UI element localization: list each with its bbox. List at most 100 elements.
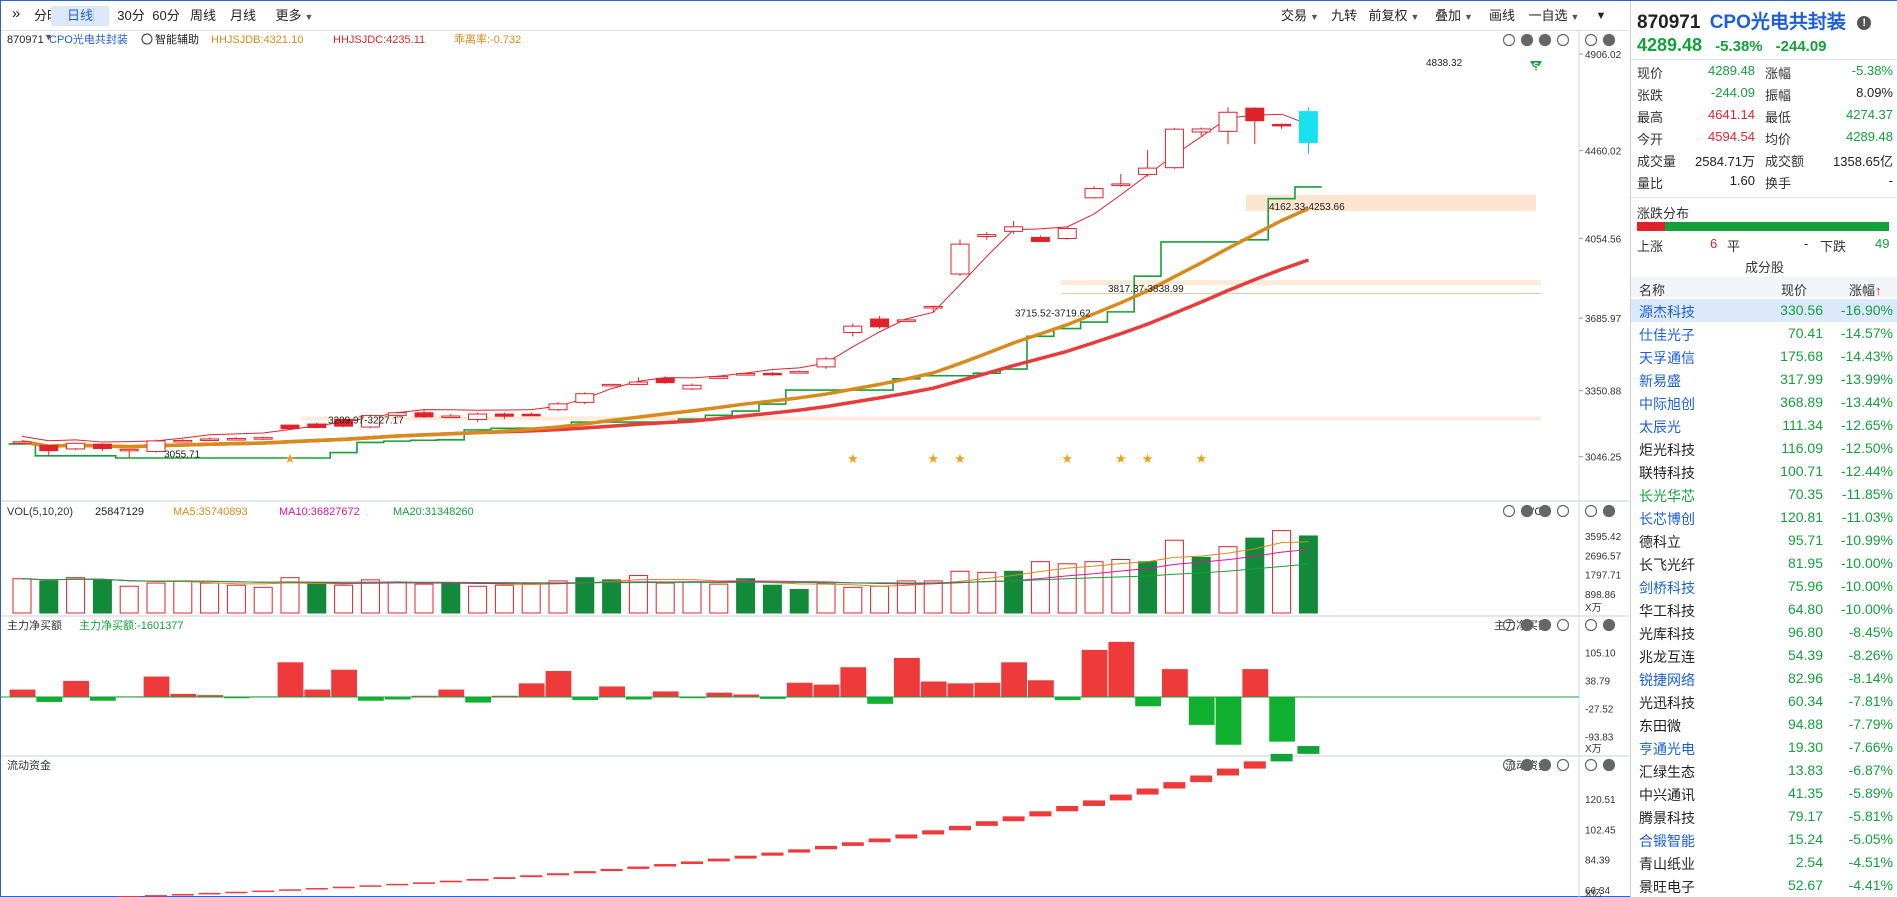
constituent-row[interactable]: 长芯博创 120.81 -11.03%	[1631, 506, 1897, 529]
candle-body	[736, 373, 756, 376]
close-icon[interactable]	[1602, 618, 1616, 632]
quote-value: 4289.48	[1846, 129, 1893, 144]
volume-bar	[253, 586, 273, 614]
gear-icon[interactable]	[1584, 504, 1598, 518]
constituent-change: -7.66%	[1848, 739, 1893, 755]
constituent-row[interactable]: 锐捷网络 82.96 -8.14%	[1631, 667, 1897, 690]
volume-bar	[1191, 556, 1211, 614]
help-icon[interactable]	[1556, 504, 1570, 518]
help-icon[interactable]	[1556, 758, 1570, 772]
assist-label: 智能辅助	[155, 32, 199, 46]
quote-label: 今开	[1637, 132, 1664, 147]
liquidity-bar	[627, 866, 650, 869]
toolbar-button-2[interactable]: 前复权 ▼	[1365, 6, 1423, 26]
constituent-row[interactable]: 源杰科技 330.56 -16.90%	[1631, 299, 1897, 322]
constituent-row[interactable]: 仕佳光子 70.41 -14.57%	[1631, 322, 1897, 345]
constituent-row[interactable]: 剑桥科技 75.96 -10.00%	[1631, 575, 1897, 598]
toolbar-button-3[interactable]: 叠加 ▼	[1427, 6, 1481, 26]
volume-bar	[789, 588, 809, 614]
minus-icon[interactable]	[1520, 504, 1534, 518]
liq-y-tick: 84.39	[1585, 856, 1610, 867]
constituent-row[interactable]: 长光华芯 70.35 -11.85%	[1631, 483, 1897, 506]
kline-chart[interactable]: 870971 CPO光电共封装 智能辅助 HHJSJDB:4321.10 HHJSJDC…	[1, 31, 1629, 897]
quote-name[interactable]: CPO光电共封装	[1710, 12, 1846, 33]
constituent-name: 仕佳光子	[1639, 327, 1695, 343]
candle-body	[896, 319, 916, 322]
refresh-icon[interactable]	[1502, 33, 1516, 47]
period-tab-4[interactable]: 周线	[181, 6, 225, 26]
col-name[interactable]: 名称	[1639, 280, 1665, 299]
constituent-row[interactable]: 华工科技 64.80 -10.00%	[1631, 598, 1897, 621]
volume-bar	[923, 580, 943, 614]
constituent-row[interactable]: 光迅科技 60.34 -7.81%	[1631, 690, 1897, 713]
gear-icon[interactable]	[1584, 618, 1598, 632]
minus-icon[interactable]	[1520, 33, 1534, 47]
quote-label: 均价	[1765, 132, 1792, 147]
period-tab-5[interactable]: 月线	[221, 6, 265, 26]
close-icon[interactable]	[1602, 33, 1616, 47]
period-tab-3[interactable]: 60分	[147, 6, 185, 26]
constituent-row[interactable]: 德科立 95.71 -10.99%	[1631, 529, 1897, 552]
constituent-row[interactable]: 新易盛 317.99 -13.99%	[1631, 368, 1897, 391]
plus-icon[interactable]	[1538, 618, 1552, 632]
net-buy-bar	[545, 670, 572, 697]
constituent-name: 天孚通信	[1639, 350, 1695, 366]
plus-icon[interactable]	[1538, 504, 1552, 518]
candle-body	[414, 412, 434, 418]
constituent-row[interactable]: 炬光科技 116.09 -12.50%	[1631, 437, 1897, 460]
period-tab-2[interactable]: 30分	[111, 6, 151, 26]
chevron-down-icon[interactable]: ▼	[1592, 6, 1610, 26]
net-buy-bar	[1215, 697, 1242, 745]
constituent-row[interactable]: 中际旭创 368.89 -13.44%	[1631, 391, 1897, 414]
constituent-row[interactable]: 汇绿生态 13.83 -6.87%	[1631, 759, 1897, 782]
plus-icon[interactable]	[1538, 758, 1552, 772]
vol-y-tick: 2696.57	[1585, 551, 1622, 562]
constituent-row[interactable]: 景旺电子 52.67 -4.41%	[1631, 874, 1897, 897]
close-icon[interactable]	[1602, 504, 1616, 518]
constituent-row[interactable]: 东田微 94.88 -7.79%	[1631, 713, 1897, 736]
constituent-change: -7.79%	[1848, 716, 1893, 732]
help-icon[interactable]	[1556, 618, 1570, 632]
liquidity-bar	[386, 883, 409, 886]
volume-bar	[1004, 570, 1024, 614]
constituent-row[interactable]: 兆龙互连 54.39 -8.26%	[1631, 644, 1897, 667]
constituent-row[interactable]: 长飞光纤 81.95 -10.00%	[1631, 552, 1897, 575]
constituent-row[interactable]: 青山纸业 2.54 -4.51%	[1631, 851, 1897, 874]
minus-icon[interactable]	[1520, 758, 1534, 772]
gear-icon[interactable]	[1584, 758, 1598, 772]
help-icon[interactable]	[1556, 33, 1570, 47]
toolbar-button-1[interactable]: 九转	[1327, 6, 1361, 26]
period-tab-6[interactable]: 更多 ▼	[263, 6, 326, 26]
constituent-name: 华工科技	[1639, 603, 1695, 619]
toolbar-button-5[interactable]: 一自选 ▼	[1523, 6, 1585, 26]
plus-icon[interactable]	[1538, 33, 1552, 47]
constituent-row[interactable]: 联特科技 100.71 -12.44%	[1631, 460, 1897, 483]
constituent-row[interactable]: 腾景科技 79.17 -5.81%	[1631, 805, 1897, 828]
quote-value: 1.60	[1729, 173, 1755, 188]
vol-y-tick: 3595.42	[1585, 532, 1622, 543]
volume-bar	[173, 580, 193, 614]
volume-bar	[146, 582, 166, 614]
info-icon[interactable]: !	[1857, 16, 1872, 30]
period-tab-1[interactable]: 日线	[51, 6, 109, 26]
candle-body	[39, 444, 59, 452]
indicator-hhjsjdc: HHJSJDC:4235.11	[333, 34, 425, 46]
gear-icon[interactable]	[1584, 33, 1598, 47]
refresh-icon[interactable]	[1502, 504, 1516, 518]
constituent-row[interactable]: 合锻智能 15.24 -5.05%	[1631, 828, 1897, 851]
toolbar-button-0[interactable]: 交易 ▼	[1277, 6, 1323, 26]
col-price[interactable]: 现价	[1781, 280, 1807, 299]
col-change[interactable]: 涨幅↑	[1849, 280, 1882, 299]
quote-label: 成交额	[1765, 154, 1805, 169]
constituent-row[interactable]: 天孚通信 175.68 -14.43%	[1631, 345, 1897, 368]
constituent-row[interactable]: 太辰光 111.34 -12.65%	[1631, 414, 1897, 437]
constituent-row[interactable]: 亨通光电 19.30 -7.66%	[1631, 736, 1897, 759]
star-icon: ★	[284, 451, 296, 466]
constituent-row[interactable]: 中兴通讯 41.35 -5.89%	[1631, 782, 1897, 805]
constituent-row[interactable]: 光库科技 96.80 -8.45%	[1631, 621, 1897, 644]
close-icon[interactable]	[1602, 758, 1616, 772]
quote-label: 换手	[1765, 176, 1792, 191]
minus-icon[interactable]	[1520, 618, 1534, 632]
toolbar-button-4[interactable]: 画线	[1485, 6, 1519, 26]
collapse-double-chevron-icon[interactable]: »	[7, 4, 25, 24]
